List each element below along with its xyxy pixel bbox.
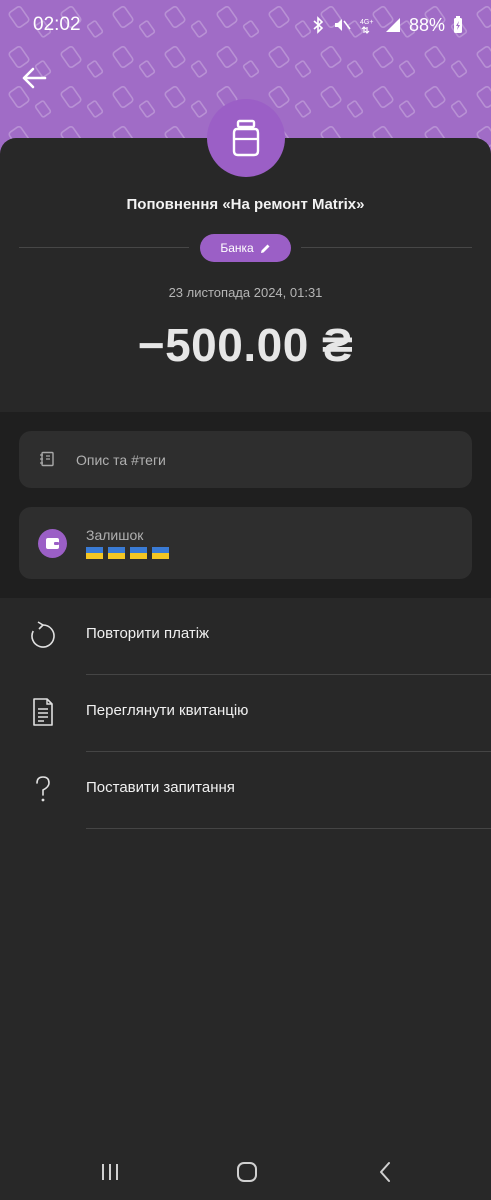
arrow-left-icon <box>22 67 47 89</box>
svg-text:4G+: 4G+ <box>360 19 373 26</box>
wallet-icon-badge <box>38 529 67 558</box>
mute-icon <box>334 19 351 31</box>
category-label: Банка <box>220 241 254 255</box>
ask-question-row[interactable]: Поставити запитання <box>0 752 491 829</box>
wallet-icon <box>46 538 59 549</box>
repeat-payment-label: Повторити платіж <box>86 625 210 642</box>
ukraine-flag-icon <box>86 547 103 560</box>
view-receipt-label: Переглянути квитанцію <box>86 702 249 719</box>
transaction-date: 23 листопада 2024, 01:31 <box>168 285 323 300</box>
recent-apps-icon <box>102 1164 118 1180</box>
ukraine-flag-icon <box>130 547 147 560</box>
network-4g-icon: 4G+ <box>360 19 373 34</box>
home-button[interactable] <box>229 1154 265 1190</box>
balance-card: Залишок <box>19 507 472 579</box>
transaction-title: Поповнення «На ремонт Matrix» <box>126 196 365 213</box>
balance-label: Залишок <box>86 527 144 543</box>
battery-percent: 88% <box>408 14 445 35</box>
recent-apps-button[interactable] <box>92 1154 128 1190</box>
transaction-avatar <box>207 99 285 177</box>
view-receipt-row[interactable]: Переглянути квитанцію <box>0 675 491 752</box>
back-nav-button[interactable] <box>367 1154 403 1190</box>
ukraine-flag-icon <box>108 547 125 560</box>
home-icon <box>237 1162 257 1182</box>
category-chip[interactable]: Банка <box>200 234 291 262</box>
question-icon <box>28 773 58 805</box>
pencil-icon <box>260 244 270 253</box>
transaction-amount: −500.00 ₴ <box>137 319 354 371</box>
divider-right <box>301 247 472 248</box>
balance-value-hidden <box>86 544 174 560</box>
jar-icon <box>232 119 260 157</box>
repeat-icon <box>28 619 58 651</box>
notebook-icon <box>40 451 54 467</box>
status-bar: 02:02 4G+ 88% <box>0 0 491 50</box>
ukraine-flag-icon <box>152 547 169 560</box>
chevron-left-icon <box>380 1162 390 1182</box>
battery-icon <box>454 16 462 33</box>
receipt-icon <box>28 696 58 728</box>
bluetooth-icon <box>313 16 324 34</box>
description-placeholder: Опис та #теги <box>76 452 166 468</box>
ask-question-label: Поставити запитання <box>86 779 235 796</box>
signal-icon <box>385 18 400 32</box>
description-card[interactable]: Опис та #теги <box>19 431 472 488</box>
repeat-payment-row[interactable]: Повторити платіж <box>0 598 491 675</box>
row-divider <box>86 828 491 829</box>
status-icons: 4G+ 88% <box>311 13 463 37</box>
divider-left <box>19 247 189 248</box>
system-nav-bar <box>0 1140 491 1200</box>
back-button[interactable] <box>16 60 52 96</box>
status-time: 02:02 <box>33 14 81 35</box>
